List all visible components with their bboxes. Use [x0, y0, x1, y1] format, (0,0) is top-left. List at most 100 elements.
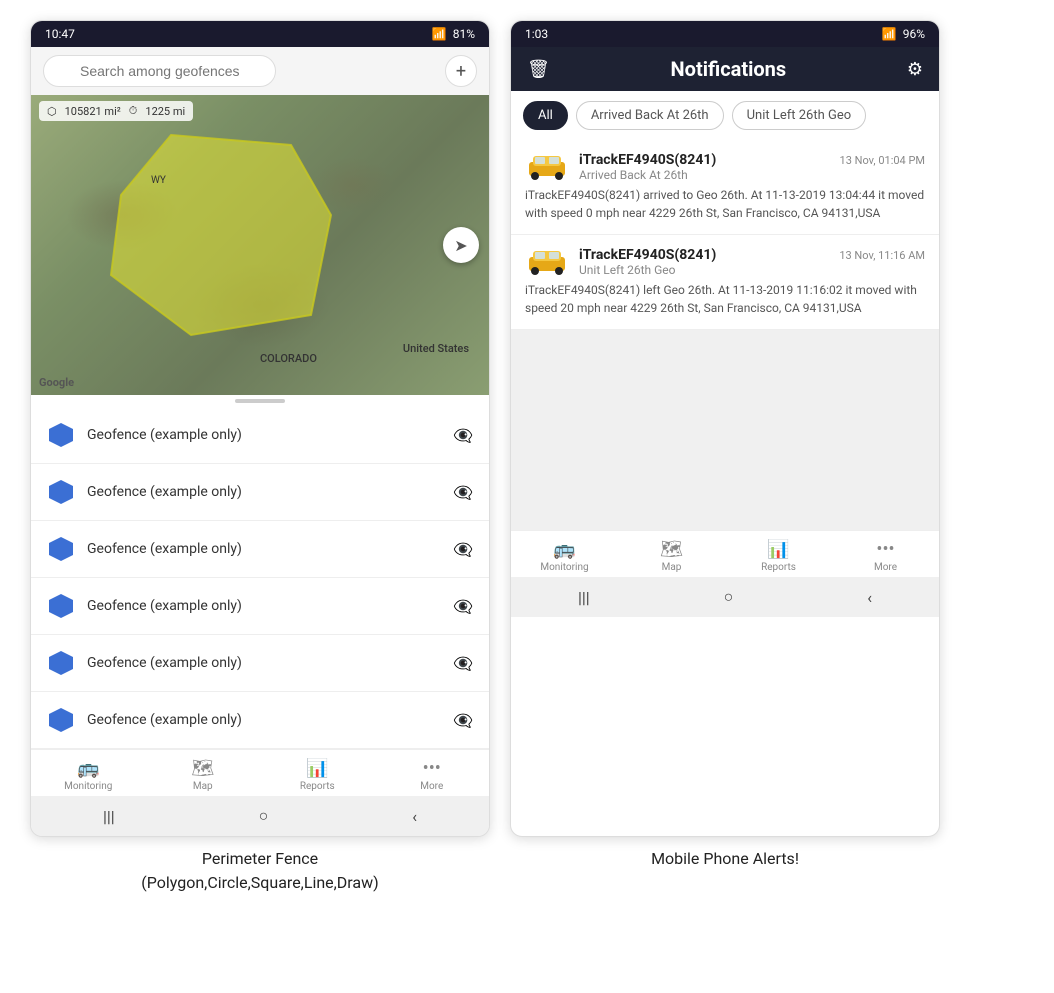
car-avatar-2 [525, 247, 569, 277]
search-input[interactable] [43, 55, 276, 87]
geofence-eye-icon-2[interactable]: 👁‍🗨 [453, 540, 473, 559]
caption-right-text: Mobile Phone Alerts! [510, 847, 940, 871]
notif-body-1: iTrackEF4940S(8241) arrived to Geo 26th.… [525, 186, 925, 222]
geofence-eye-icon-5[interactable]: 👁‍🗨 [453, 711, 473, 730]
back-btn-right[interactable]: ‹ [867, 588, 872, 607]
more-label-right: More [874, 562, 897, 573]
back-btn-left[interactable]: ‹ [412, 807, 417, 826]
filter-arrived[interactable]: Arrived Back At 26th [576, 101, 724, 130]
geofence-eye-icon-0[interactable]: 👁‍🗨 [453, 426, 473, 445]
geofence-item-4[interactable]: Geofence (example only) 👁‍🗨 [31, 635, 489, 692]
geofence-item-3[interactable]: Geofence (example only) 👁‍🗨 [31, 578, 489, 635]
filter-all[interactable]: All [523, 101, 568, 130]
reports-icon-right: 📊 [767, 539, 789, 560]
settings-icon[interactable]: ⚙ [907, 59, 923, 80]
home-btn-left[interactable]: ○ [259, 806, 269, 826]
notifications-title: Notifications [671, 57, 787, 81]
notif-time-1: 13 Nov, 01:04 PM [840, 154, 925, 167]
search-bar: 🔍 + [31, 47, 489, 95]
device-name-2: iTrackEF4940S(8241) [579, 247, 716, 263]
delete-icon[interactable]: 🗑 [527, 59, 550, 80]
device-name-1: iTrackEF4940S(8241) [579, 152, 716, 168]
geofence-label-2: Geofence (example only) [87, 541, 441, 557]
nav-map-left[interactable]: 🗺 Map [173, 758, 233, 792]
scroll-indicator [235, 399, 285, 403]
filter-tabs: All Arrived Back At 26th Unit Left 26th … [511, 91, 939, 140]
bottom-nav-left: 🚌 Monitoring 🗺 Map 📊 Reports ••• More [31, 749, 489, 796]
nav-more-left[interactable]: ••• More [402, 758, 462, 792]
nav-monitoring-right[interactable]: 🚌 Monitoring [535, 539, 595, 573]
notification-item-2[interactable]: iTrackEF4940S(8241) 13 Nov, 11:16 AM Uni… [511, 235, 939, 330]
map-distance-value: 1225 mi [145, 105, 185, 118]
battery-right: 96% [903, 27, 925, 41]
battery-left: 81% [453, 27, 475, 41]
empty-area [511, 330, 939, 530]
geofence-polygon [91, 125, 351, 355]
map-icon-right: 🗺 [660, 539, 683, 560]
map-distance-icon: ⏱ [129, 104, 138, 118]
google-logo: Google [39, 376, 74, 389]
notif-body-2: iTrackEF4940S(8241) left Geo 26th. At 11… [525, 281, 925, 317]
left-phone: 10:47 📶 81% 🔍 + ⬡ 105821 mi² [30, 20, 490, 837]
recent-apps-btn-left[interactable]: ||| [103, 807, 115, 826]
geofence-label-0: Geofence (example only) [87, 427, 441, 443]
geofence-icon-0 [47, 421, 75, 449]
monitoring-icon-right: 🚌 [553, 539, 575, 560]
notification-item-1[interactable]: iTrackEF4940S(8241) 13 Nov, 01:04 PM Arr… [511, 140, 939, 235]
geofence-item-1[interactable]: Geofence (example only) 👁‍🗨 [31, 464, 489, 521]
monitoring-label-left: Monitoring [64, 781, 112, 792]
map-label-wy: WY [151, 175, 166, 186]
geofence-item-5[interactable]: Geofence (example only) 👁‍🗨 [31, 692, 489, 749]
geofence-label-5: Geofence (example only) [87, 712, 441, 728]
geofence-eye-icon-4[interactable]: 👁‍🗨 [453, 654, 473, 673]
wifi-icon-left: 📶 [432, 27, 447, 41]
signal-icon-right: 📶 [882, 27, 897, 41]
geofence-icon-1 [47, 478, 75, 506]
geofence-label-3: Geofence (example only) [87, 598, 441, 614]
geofence-icon-3 [47, 592, 75, 620]
map-label-nav-right: Map [662, 562, 682, 573]
more-icon-left: ••• [423, 758, 441, 779]
time-left: 10:47 [45, 27, 75, 41]
more-icon-right: ••• [876, 539, 894, 560]
home-btn-right[interactable]: ○ [724, 587, 734, 607]
monitoring-icon-left: 🚌 [77, 758, 99, 779]
status-bar-left: 10:47 📶 81% [31, 21, 489, 47]
notif-info-2: iTrackEF4940S(8241) 13 Nov, 11:16 AM Uni… [579, 247, 925, 277]
geofence-item-0[interactable]: Geofence (example only) 👁‍🗨 [31, 407, 489, 464]
geofence-list: Geofence (example only) 👁‍🗨 Geofence (ex… [31, 407, 489, 749]
map-area: ⬡ 105821 mi² ⏱ 1225 mi ➤ WY United State… [31, 95, 489, 395]
car-avatar-1 [525, 152, 569, 182]
geofence-eye-icon-1[interactable]: 👁‍🗨 [453, 483, 473, 502]
time-right: 1:03 [525, 27, 548, 41]
nav-monitoring-left[interactable]: 🚌 Monitoring [58, 758, 118, 792]
nav-more-right[interactable]: ••• More [856, 539, 916, 573]
caption-left: Perimeter Fence(Polygon,Circle,Square,Li… [30, 847, 490, 895]
navigation-button[interactable]: ➤ [443, 227, 479, 263]
geofence-icon-2 [47, 535, 75, 563]
android-nav-left: ||| ○ ‹ [31, 796, 489, 836]
nav-reports-left[interactable]: 📊 Reports [287, 758, 347, 792]
geofence-item-2[interactable]: Geofence (example only) 👁‍🗨 [31, 521, 489, 578]
filter-left[interactable]: Unit Left 26th Geo [732, 101, 867, 130]
geofence-icon-4 [47, 649, 75, 677]
map-area-value: 105821 mi² [65, 105, 121, 118]
nav-map-right[interactable]: 🗺 Map [642, 539, 702, 573]
geofence-eye-icon-3[interactable]: 👁‍🗨 [453, 597, 473, 616]
reports-label-right: Reports [761, 562, 796, 573]
map-icon-left: 🗺 [191, 758, 214, 779]
map-area-stat: ⬡ [47, 105, 57, 118]
notif-time-2: 13 Nov, 11:16 AM [839, 249, 925, 262]
map-stats: ⬡ 105821 mi² ⏱ 1225 mi [39, 101, 193, 121]
more-label-left: More [420, 781, 443, 792]
nav-reports-right[interactable]: 📊 Reports [749, 539, 809, 573]
geofence-label-1: Geofence (example only) [87, 484, 441, 500]
reports-icon-left: 📊 [306, 758, 328, 779]
add-geofence-button[interactable]: + [445, 55, 477, 87]
notif-event-2: Unit Left 26th Geo [579, 263, 925, 277]
notification-list: iTrackEF4940S(8241) 13 Nov, 01:04 PM Arr… [511, 140, 939, 530]
geofence-icon-5 [47, 706, 75, 734]
caption-right: Mobile Phone Alerts! [510, 847, 940, 895]
map-label-nav-left: Map [193, 781, 213, 792]
recent-apps-btn-right[interactable]: ||| [578, 588, 590, 607]
